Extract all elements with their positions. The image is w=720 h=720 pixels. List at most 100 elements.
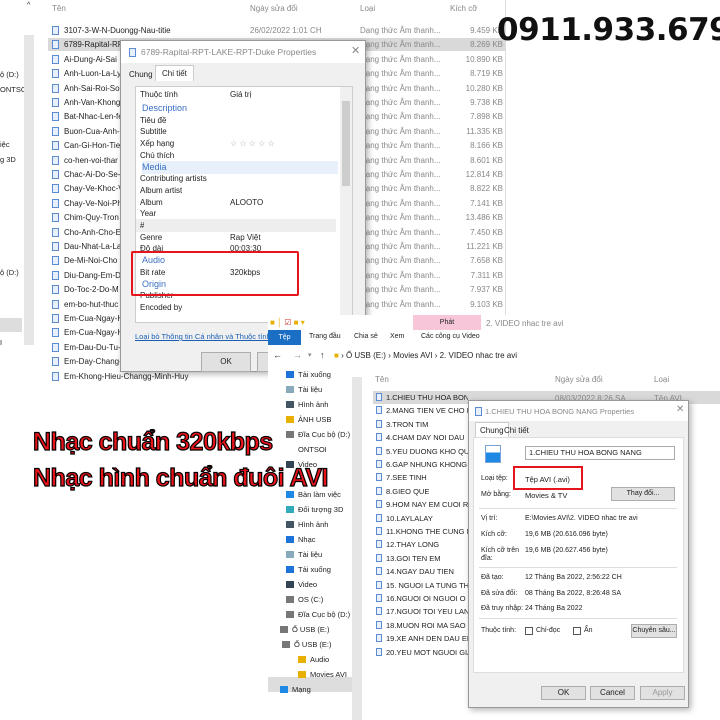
filename-field[interactable]: 1.CHIEU THU HOA BONG NANG <box>525 446 675 460</box>
hidden-checkbox[interactable] <box>573 627 581 635</box>
forward-icon[interactable]: → <box>293 350 302 360</box>
column-type[interactable]: Loại <box>360 4 375 13</box>
file-type: Dạng thức Âm thanh... <box>360 141 441 151</box>
nav-item[interactable]: ộ (D:) <box>0 68 19 81</box>
video-file-row[interactable]: 13.GOI TEN EM <box>376 552 468 565</box>
video-file-row[interactable]: 18.MUON ROI MA SAO C <box>376 619 468 632</box>
video-file-row[interactable]: 9.HOM NAY EM CUOI RO <box>376 498 468 511</box>
nav-item[interactable]: ONTSOI <box>286 445 327 454</box>
ok-button[interactable]: OK <box>201 352 251 372</box>
remove-properties-link[interactable]: Loại bỏ Thông tin Cá nhân và Thuộc tính <box>135 332 271 341</box>
nav-item-icon <box>282 641 290 648</box>
scroll-up-icon[interactable]: ^ <box>27 2 30 9</box>
nav-item[interactable]: Đĩa Cục bộ (D:) <box>286 430 350 439</box>
cancel-button[interactable]: Cancel <box>590 686 635 700</box>
column-date[interactable]: Ngày sửa đổi <box>250 4 298 13</box>
advanced-button[interactable]: Chuyên sâu... <box>631 624 677 638</box>
video-file-row[interactable]: 8.GIEO QUE <box>376 485 468 498</box>
recent-chevron-icon[interactable]: ▾ <box>308 351 312 359</box>
column-type[interactable]: Loại <box>654 375 669 384</box>
change-button[interactable]: Thay đổi... <box>611 487 675 501</box>
video-file-row[interactable]: 2.MANG TIEN VE CHO ME <box>376 404 468 417</box>
header-value[interactable]: Giá trị <box>230 90 251 99</box>
ribbon-tab-view[interactable]: Xem <box>390 333 404 340</box>
video-file-row[interactable]: 11.KHONG THE CUNG NH <box>376 525 468 538</box>
nav-item[interactable]: I <box>0 336 2 349</box>
ribbon-tab-file[interactable]: Tệp <box>268 330 301 345</box>
ribbon-tab-share[interactable]: Chia sẻ <box>354 333 378 340</box>
tab-details[interactable]: Chi tiết <box>504 426 529 435</box>
video-file-row[interactable]: 3.TRON TIM <box>376 418 468 431</box>
video-file-row[interactable]: 16.NGUOI OI NGUOI O D <box>376 592 468 605</box>
nav-item[interactable]: Đối tượng 3D <box>286 505 343 514</box>
video-file-row[interactable]: 20.YEU MOT NGUOI GIAI <box>376 646 468 659</box>
close-icon[interactable]: ✕ <box>676 404 684 415</box>
close-icon[interactable]: ✕ <box>351 44 360 57</box>
nav-item[interactable]: Tài liệu <box>286 385 322 394</box>
nav-item[interactable]: Ổ USB (E:) <box>280 625 330 634</box>
column-size[interactable]: Kích cỡ <box>450 4 477 13</box>
nav-item[interactable]: Hình ảnh <box>286 400 328 409</box>
video-file-row[interactable]: 6.GAP NHUNG KHONG O <box>376 458 468 471</box>
video-file-row[interactable]: 19.XE ANH DEN DAU EM <box>376 632 468 645</box>
file-type: Dạng thức Âm thanh... <box>360 184 441 194</box>
nav-item[interactable]: Audio <box>298 655 329 664</box>
ribbon-tab-home[interactable]: Trang đầu <box>309 333 341 340</box>
nav-item[interactable]: iệc <box>0 138 10 151</box>
nav-item[interactable]: Nhạc <box>286 535 316 544</box>
file-size: 8.822 KB <box>470 184 503 194</box>
audio-file-icon <box>52 40 59 50</box>
header-property[interactable]: Thuộc tính <box>140 90 178 99</box>
nav-item-icon <box>286 611 294 618</box>
nav-item[interactable]: ẢNH USB <box>286 415 331 424</box>
video-file-row[interactable]: 5.YEU DUONG KHO QUA <box>376 445 468 458</box>
nav-item[interactable]: Tải xuống <box>286 565 331 574</box>
back-icon[interactable]: ← <box>273 350 282 360</box>
nav-item[interactable]: Video <box>286 580 317 589</box>
column-date[interactable]: Ngày sửa đổi <box>555 375 603 384</box>
quick-access-toolbar[interactable]: ■ │ ☑ ■ ▾ <box>270 318 305 327</box>
video-file-row[interactable]: 14.NGAY DAU TIEN <box>376 565 468 578</box>
file-type: Dạng thức Âm thanh... <box>360 83 441 93</box>
video-file-row[interactable]: 15. NGUOI LA TUNG THU <box>376 579 468 592</box>
column-name[interactable]: Tên <box>52 4 66 13</box>
nav-item[interactable]: Hình ảnh <box>286 520 328 529</box>
tab-details[interactable]: Chi tiết <box>155 65 194 81</box>
readonly-checkbox[interactable] <box>525 627 533 635</box>
context-tab-play[interactable]: Phát <box>413 315 481 330</box>
file-row[interactable]: 3107-3-W-N-Duongg-Nau-titie 26/02/2022 1:… <box>48 24 506 37</box>
breadcrumb-item[interactable]: Movies AVI <box>393 351 432 360</box>
video-file-row[interactable]: 4.CHAM DAY NOI DAU <box>376 431 468 444</box>
video-file-row[interactable]: 17.NGUOI TOI YEU LANH <box>376 605 468 618</box>
nav-item[interactable]: Đĩa Cục bộ (D:) <box>286 610 350 619</box>
nav-item[interactable]: Tải xuống <box>286 370 331 379</box>
location-label: Vị trí: <box>481 515 498 522</box>
property-row[interactable]: Encoded by <box>136 301 336 314</box>
breadcrumb-item[interactable]: Ổ USB (E:) <box>346 351 386 360</box>
audio-file-icon <box>52 285 59 295</box>
video-file-row[interactable]: 7.SEE TINH <box>376 471 468 484</box>
column-name[interactable]: Tên <box>375 375 389 384</box>
nav-item[interactable]: ộ (D:) <box>0 266 19 279</box>
file-date: 26/02/2022 1:01 CH <box>250 26 322 35</box>
nav-item[interactable]: Mạng <box>280 685 311 694</box>
nav-item[interactable]: Movies AVI <box>298 670 347 679</box>
breadcrumb-item[interactable]: 2. VIDEO nhac tre avi <box>440 351 517 360</box>
nav-item[interactable]: Ổ USB (E:) <box>282 640 332 649</box>
nav-scrollbar[interactable] <box>24 35 34 345</box>
apply-button[interactable]: Apply <box>640 686 685 700</box>
nav-item[interactable]: OS (C:) <box>286 595 323 604</box>
ok-button[interactable]: OK <box>541 686 586 700</box>
details-scroll-thumb[interactable] <box>342 101 350 186</box>
video-file-row[interactable]: 12.THAY LONG <box>376 538 468 551</box>
nav-item[interactable]: g 3D <box>0 153 16 166</box>
address-bar[interactable]: ■ › Ổ USB (E:) › Movies AVI › 2. VIDEO n… <box>334 348 720 364</box>
video-file-row[interactable]: 1.CHIEU THU HOA BONG NANG <box>376 391 468 404</box>
nav-scrollbar[interactable] <box>352 377 362 720</box>
up-icon[interactable]: ↑ <box>320 350 325 360</box>
video-file-row[interactable]: 10.LAYLALAY <box>376 512 468 525</box>
nav-item[interactable]: Tài liệu <box>286 550 322 559</box>
ribbon-tab-video-tools[interactable]: Các công cụ Video <box>421 333 480 340</box>
tab-general[interactable]: Chung <box>129 70 153 79</box>
video-file-icon <box>376 527 382 535</box>
